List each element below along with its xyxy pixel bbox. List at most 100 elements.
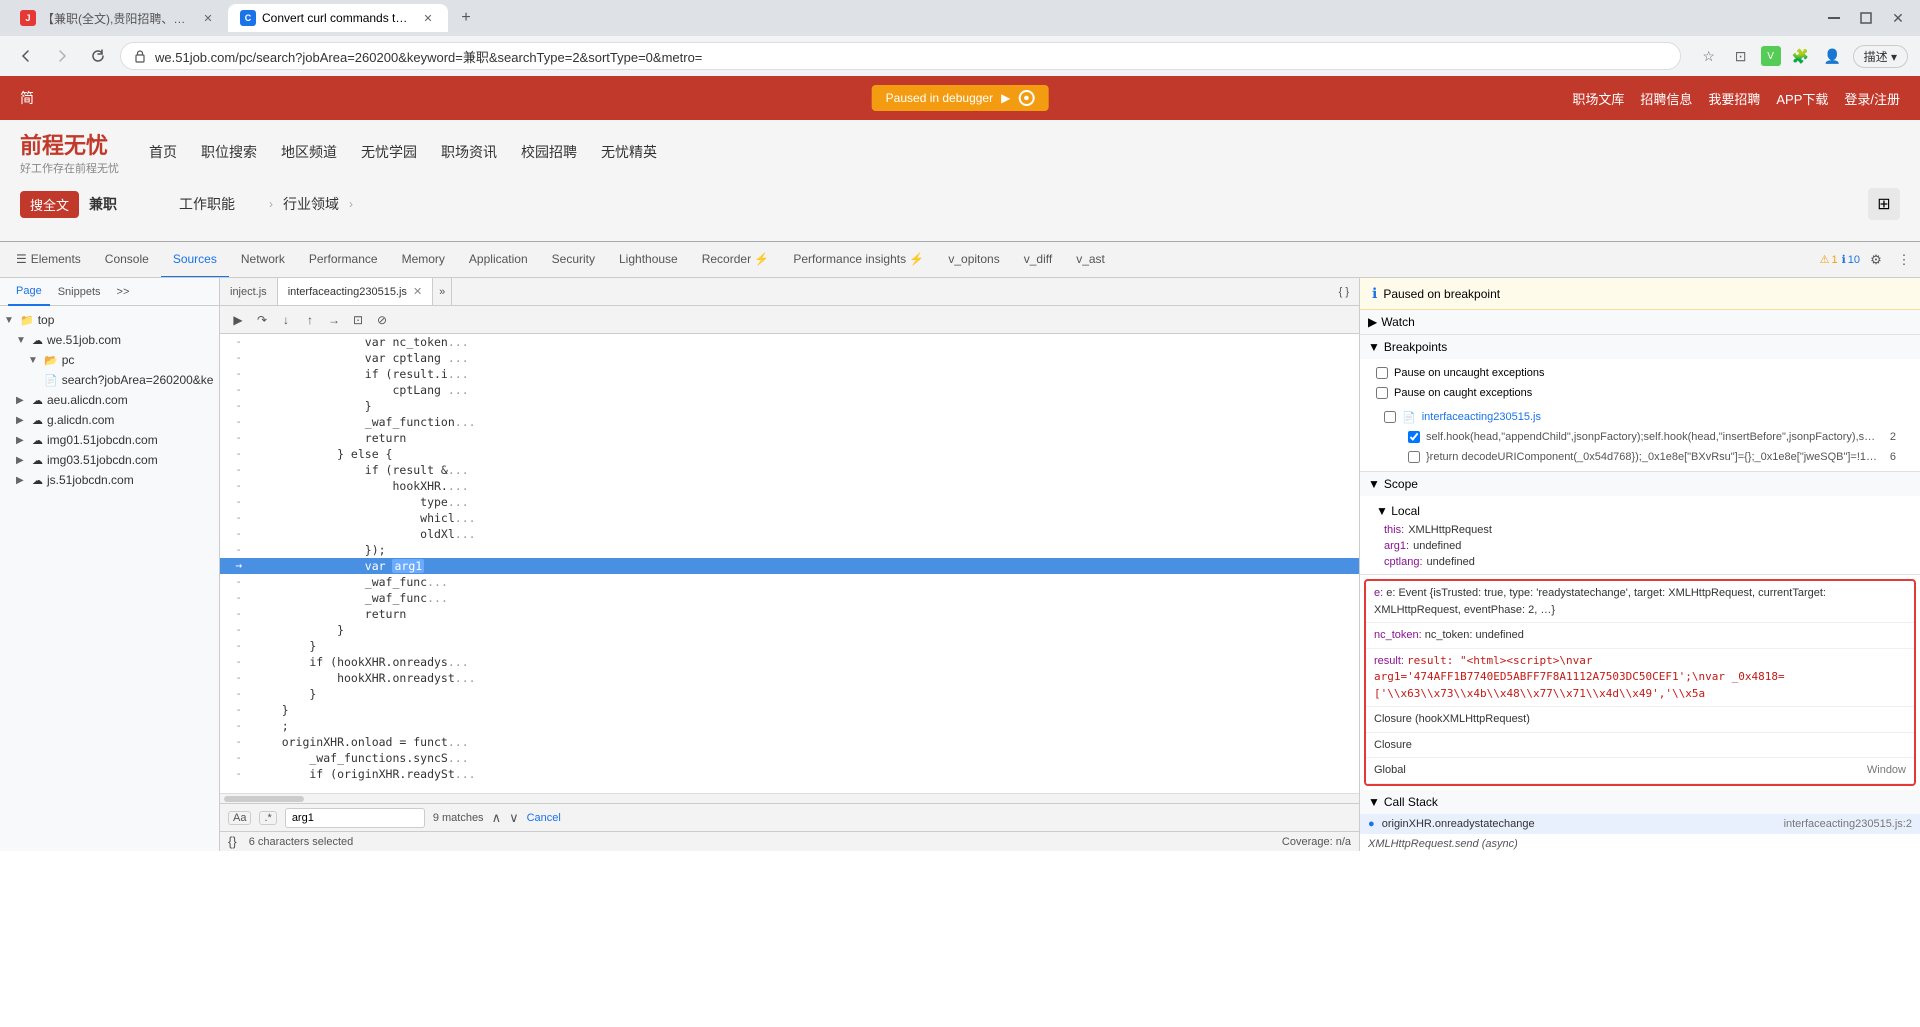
extensions-icon[interactable]: 🧩 — [1789, 44, 1813, 68]
regex-btn[interactable]: .* — [259, 811, 276, 825]
nav-item-4[interactable]: APP下载 — [1776, 89, 1828, 108]
devtools-tab-memory[interactable]: Memory — [390, 242, 457, 278]
devtools-tab-performance[interactable]: Performance — [297, 242, 390, 278]
main-nav-6[interactable]: 校园招聘 — [521, 142, 577, 162]
scroll-thumb[interactable] — [224, 796, 304, 802]
list-item[interactable]: ▼ 📁 top — [0, 310, 219, 330]
devtools-tab-console[interactable]: Console — [93, 242, 161, 278]
forward-button[interactable] — [48, 42, 76, 70]
arrow-down-icon: ▼ — [1368, 795, 1380, 809]
dont-pause-btn[interactable]: ⊘ — [372, 310, 392, 330]
devtools-tabbar: ☰ Elements Console Sources Network Perfo… — [0, 242, 1920, 278]
translate-button[interactable]: 描述 ▾ — [1853, 45, 1908, 68]
new-tab-button[interactable]: + — [452, 4, 480, 32]
pause-uncaught-checkbox[interactable] — [1376, 367, 1388, 379]
code-line: - } — [220, 622, 1359, 638]
minimize-button[interactable] — [1820, 4, 1848, 32]
nav-item-1[interactable]: 职场文库 — [1572, 89, 1624, 108]
search-cancel-btn[interactable]: Cancel — [527, 812, 561, 824]
step-over-btn[interactable]: ↷ — [252, 310, 272, 330]
breakpoints-section: ▼ Breakpoints Pause on uncaught exceptio… — [1360, 335, 1920, 472]
step-btn[interactable]: → — [324, 310, 344, 330]
resume-btn[interactable]: ▶ — [228, 310, 248, 330]
list-item[interactable]: ▶ ☁ img03.51jobcdn.com — [0, 450, 219, 470]
list-item[interactable]: ▶ ☁ js.51jobcdn.com — [0, 470, 219, 490]
devtools-tab-network[interactable]: Network — [229, 242, 297, 278]
browser-tab-1[interactable]: J 【兼职(全文),贵阳招聘、求职】 ✕ — [8, 4, 228, 32]
devtools-tab-security[interactable]: Security — [540, 242, 607, 278]
list-item[interactable]: ▶ ☁ aeu.alicdn.com — [0, 390, 219, 410]
main-nav-3[interactable]: 地区频道 — [281, 142, 337, 162]
code-tabs-expand[interactable]: » — [433, 278, 452, 306]
search-input[interactable] — [285, 808, 425, 828]
list-item[interactable]: ▼ ☁ we.51job.com — [0, 330, 219, 350]
login-link[interactable]: 登录/注册 — [1844, 89, 1900, 108]
grid-icon[interactable]: ⊞ — [1868, 188, 1900, 220]
breakpoints-header[interactable]: ▼ Breakpoints — [1360, 335, 1920, 359]
callstack-header[interactable]: ▼ Call Stack — [1360, 790, 1920, 814]
bp-file-checkbox[interactable] — [1384, 411, 1396, 423]
url-bar[interactable]: we.51job.com/pc/search?jobArea=260200&ke… — [120, 42, 1681, 70]
devtools-tab-lighthouse[interactable]: Lighthouse — [607, 242, 690, 278]
step-into-btn[interactable]: ↓ — [276, 310, 296, 330]
pause-caught-checkbox[interactable] — [1376, 387, 1388, 399]
list-item[interactable]: 📄 search?jobArea=260200&ke — [0, 370, 219, 390]
bookmark-icon[interactable]: ☆ — [1697, 44, 1721, 68]
list-item[interactable]: ▶ ☁ img01.51jobcdn.com — [0, 430, 219, 450]
bp-line1-checkbox[interactable] — [1408, 431, 1420, 443]
record-icon[interactable]: ⏺ — [1018, 90, 1034, 106]
cast-icon[interactable]: ⊡ — [1729, 44, 1753, 68]
extension1-icon[interactable]: V — [1761, 46, 1781, 66]
main-nav-1[interactable]: 首页 — [149, 142, 177, 162]
more-button[interactable]: ⋮ — [1892, 248, 1916, 272]
devtools-tab-elements[interactable]: ☰ Elements — [4, 242, 93, 278]
tab-close-icon[interactable]: ✕ — [413, 285, 422, 298]
callstack-item[interactable]: XMLHttpRequest.send (async) — [1360, 834, 1920, 852]
code-tabs-bar: inject.js interfaceacting230515.js ✕ » {… — [220, 278, 1359, 306]
tab1-close[interactable]: ✕ — [200, 10, 216, 26]
main-nav-2[interactable]: 职位搜索 — [201, 142, 257, 162]
nav-item-3[interactable]: 我要招聘 — [1708, 89, 1760, 108]
watch-header[interactable]: ▶ Watch — [1360, 310, 1920, 334]
devtools-tab-v-diff[interactable]: v_diff — [1012, 242, 1064, 278]
search-prev-btn[interactable]: ∧ — [492, 810, 502, 826]
cs-async-name: XMLHttpRequest.send (async) — [1368, 838, 1518, 850]
list-item[interactable]: ▶ ☁ g.alicdn.com — [0, 410, 219, 430]
main-nav-7[interactable]: 无忧精英 — [601, 142, 657, 162]
maximize-button[interactable] — [1852, 4, 1880, 32]
callstack-item[interactable]: ● originXHR.onreadystatechange interface… — [1360, 814, 1920, 834]
search-next-btn[interactable]: ∨ — [509, 810, 519, 826]
format-button[interactable]: { } — [1329, 278, 1359, 306]
devtools-tab-v-ast[interactable]: v_ast — [1064, 242, 1117, 278]
subtab-page[interactable]: Page — [8, 278, 50, 306]
horizontal-scroll[interactable] — [220, 793, 1359, 803]
main-nav-5[interactable]: 职场资讯 — [441, 142, 497, 162]
devtools-tab-v-options[interactable]: v_opitons — [936, 242, 1011, 278]
main-nav-4[interactable]: 无忧学园 — [361, 142, 417, 162]
close-window-button[interactable]: ✕ — [1884, 4, 1912, 32]
back-button[interactable] — [12, 42, 40, 70]
event-row-closure1: Closure (hookXMLHttpRequest) — [1366, 707, 1914, 733]
deactivate-btn[interactable]: ⊡ — [348, 310, 368, 330]
play-icon[interactable]: ▶ — [1001, 91, 1010, 105]
nav-item-2[interactable]: 招聘信息 — [1640, 89, 1692, 108]
tab2-close[interactable]: ✕ — [420, 10, 436, 26]
scope-header[interactable]: ▼ Scope — [1360, 472, 1920, 496]
code-tab-interfaceacting[interactable]: interfaceacting230515.js ✕ — [278, 278, 433, 306]
code-tab-inject[interactable]: inject.js — [220, 278, 278, 306]
case-sensitive-btn[interactable]: Aa — [228, 811, 251, 825]
bp-line2-checkbox[interactable] — [1408, 451, 1420, 463]
refresh-button[interactable] — [84, 42, 112, 70]
info-dot-icon: ℹ — [1372, 285, 1377, 302]
devtools-tab-sources[interactable]: Sources — [161, 242, 229, 278]
devtools-tab-recorder[interactable]: Recorder ⚡ — [690, 242, 782, 278]
profile-icon[interactable]: 👤 — [1821, 44, 1845, 68]
settings-button[interactable]: ⚙ — [1864, 248, 1888, 272]
devtools-tab-perf-insights[interactable]: Performance insights ⚡ — [781, 242, 936, 278]
devtools-tab-application[interactable]: Application — [457, 242, 540, 278]
subtab-snippets[interactable]: Snippets — [50, 278, 109, 306]
list-item[interactable]: ▼ 📂 pc — [0, 350, 219, 370]
subtabs-more[interactable]: >> — [109, 278, 138, 306]
browser-tab-2[interactable]: C Convert curl commands to G... ✕ — [228, 4, 448, 32]
step-out-btn[interactable]: ↑ — [300, 310, 320, 330]
